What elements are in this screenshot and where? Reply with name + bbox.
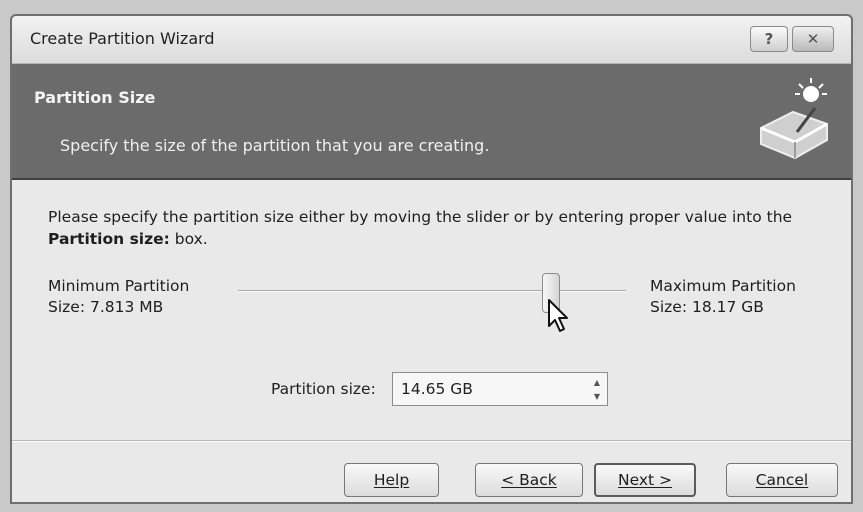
title-close-button[interactable]: ✕ (792, 26, 834, 52)
partition-size-slider-track[interactable] (238, 290, 626, 292)
window-title: Create Partition Wizard (30, 29, 215, 48)
create-partition-wizard-window: Create Partition Wizard ? ✕ Partition Si… (10, 14, 853, 504)
partition-size-spinner[interactable]: ▲ ▼ (589, 375, 605, 403)
instruction-text-part: Please specify the partition size either… (48, 208, 793, 226)
mouse-pointer-icon (547, 299, 568, 332)
partition-size-input[interactable]: 14.65 GB ▲ ▼ (392, 372, 608, 406)
wizard-content: Please specify the partition size either… (12, 182, 851, 502)
instruction-text-end: box. (169, 230, 208, 248)
title-bar: Create Partition Wizard ? ✕ (12, 16, 851, 64)
partition-size-label: Partition size: (271, 380, 376, 398)
disk-wizard-icon (760, 78, 828, 160)
question-icon: ? (764, 30, 774, 48)
back-button[interactable]: < Back (475, 463, 583, 497)
minimum-label-line1: Minimum Partition (48, 277, 190, 295)
title-help-button[interactable]: ? (750, 26, 788, 52)
cancel-button[interactable]: Cancel (726, 463, 838, 497)
maximum-label-line1: Maximum Partition (650, 277, 796, 295)
maximum-size-value: Size: 18.17 GB (650, 298, 764, 316)
spin-up-icon[interactable]: ▲ (589, 375, 605, 389)
partition-size-value[interactable]: 14.65 GB (401, 380, 473, 398)
next-button[interactable]: Next > (594, 463, 696, 497)
footer-separator (12, 440, 851, 442)
wizard-header-banner: Partition Size Specify the size of the p… (12, 64, 851, 180)
maximum-partition-label: Maximum Partition Size: 18.17 GB (650, 276, 796, 318)
instruction-bold-term: Partition size: (48, 230, 170, 248)
help-button[interactable]: Help (344, 463, 439, 497)
instruction-text: Please specify the partition size either… (48, 206, 828, 250)
close-icon: ✕ (806, 30, 820, 48)
banner-subtitle: Specify the size of the partition that y… (60, 136, 490, 155)
banner-title: Partition Size (34, 88, 156, 107)
minimum-partition-label: Minimum Partition Size: 7.813 MB (48, 276, 189, 318)
spin-down-icon[interactable]: ▼ (589, 389, 605, 403)
minimum-size-value: Size: 7.813 MB (48, 298, 164, 316)
